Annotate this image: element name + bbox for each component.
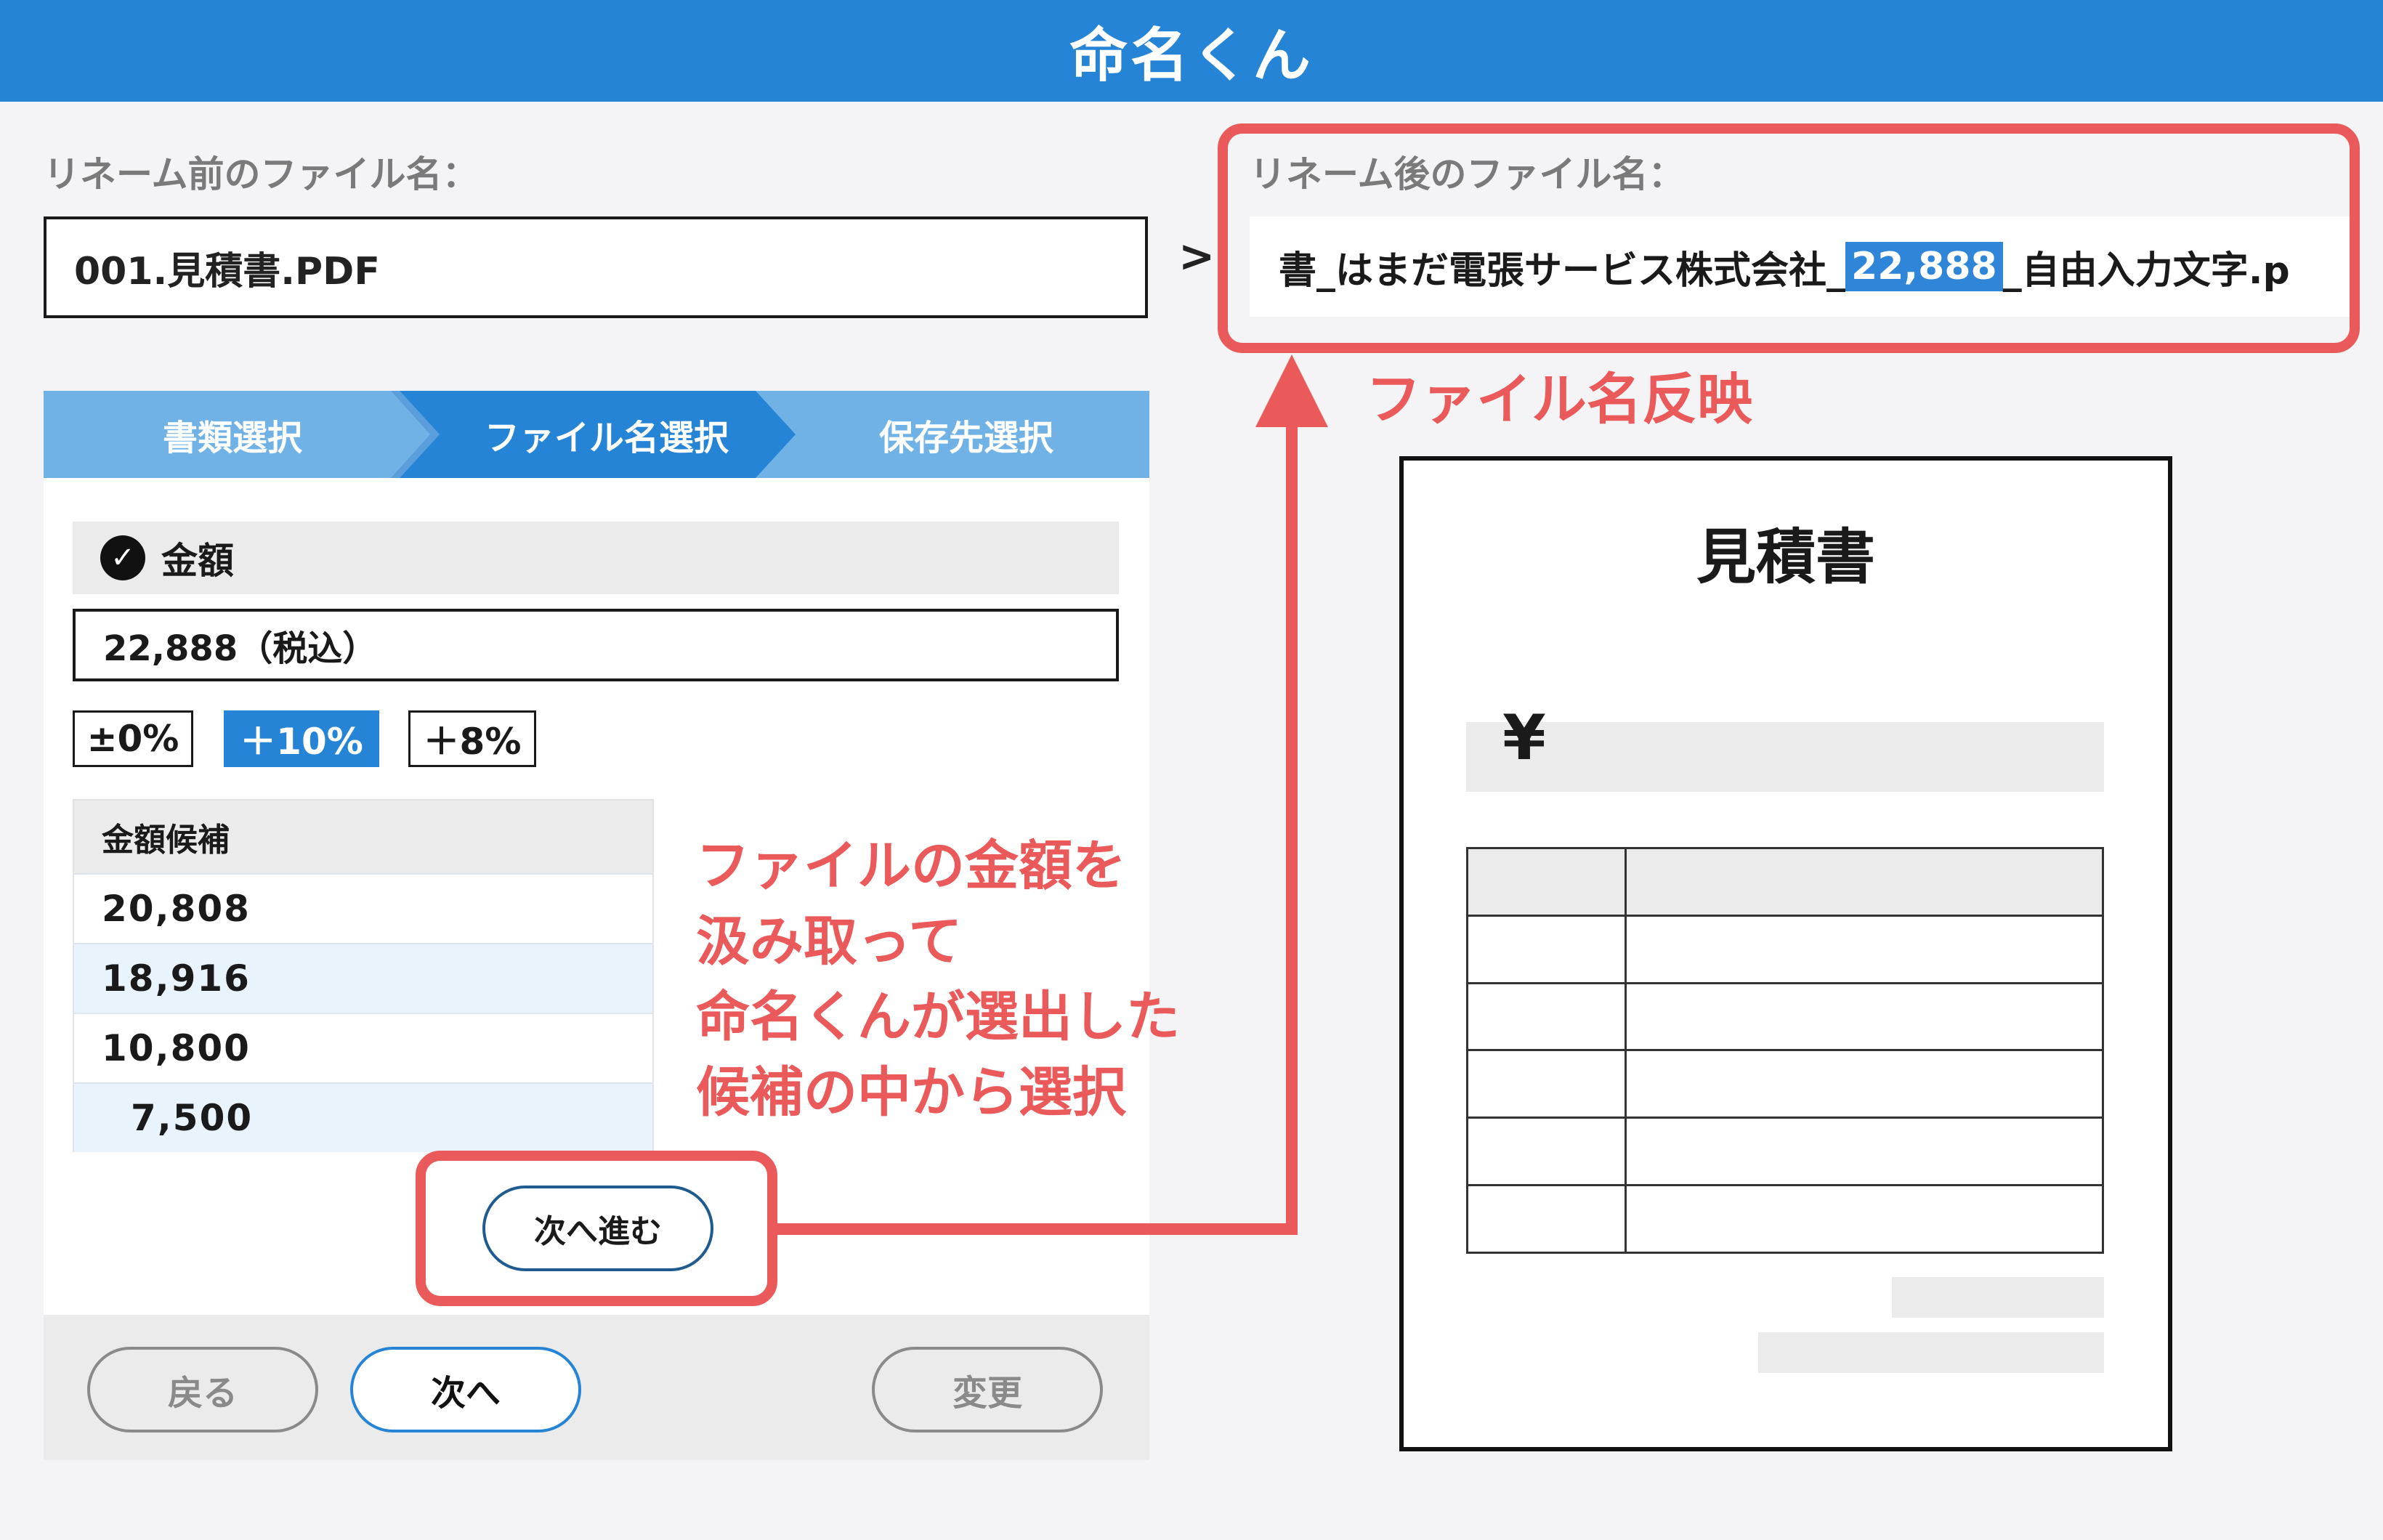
document-subtotal-bar: [1892, 1277, 2104, 1318]
annotation-line: 候補の中から選択: [696, 1061, 1126, 1124]
document-total-bar: [1758, 1332, 2104, 1373]
annotation-amount-extract: ファイルの金額を 汲み取って 命名くんが選出した 候補の中から選択: [696, 828, 1180, 1130]
yen-symbol: ¥: [1502, 702, 1546, 774]
document-table: [1466, 847, 2104, 1254]
annotation-line: 汲み取って: [696, 910, 963, 973]
annotation-line: ファイルの金額を: [696, 835, 1126, 897]
document-title: 見積書: [1696, 523, 1875, 592]
document-amount-bar: [1466, 722, 2104, 792]
annotation-line: 命名くんが選出した: [696, 986, 1180, 1048]
annotation-filename-reflect: ファイル名反映: [1366, 367, 1752, 431]
